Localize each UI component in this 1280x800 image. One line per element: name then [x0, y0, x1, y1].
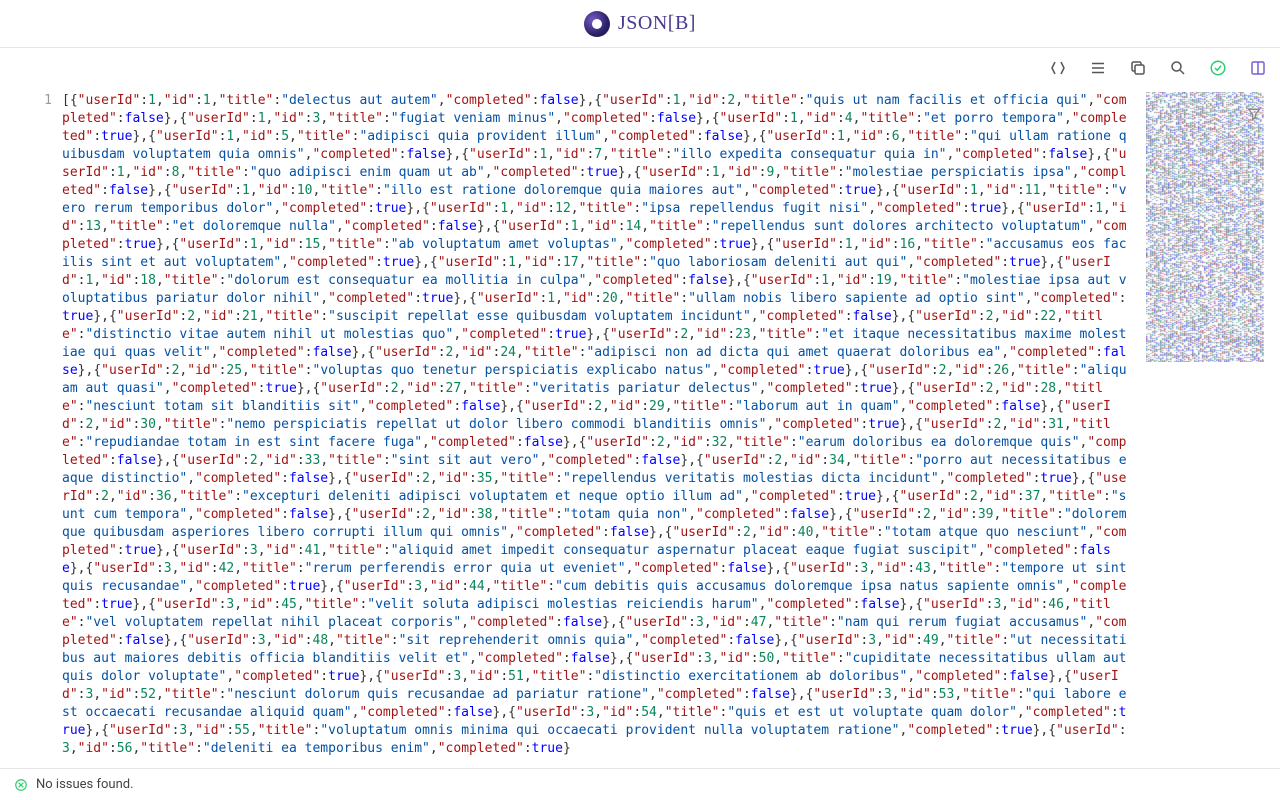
status-text: No issues found.: [36, 777, 134, 792]
filter-icon[interactable]: [1246, 106, 1262, 126]
brand-name: JSON[B]: [618, 12, 696, 35]
json-code[interactable]: [{"userId":1,"id":1,"title":"delectus au…: [60, 88, 1140, 768]
search-icon[interactable]: [1168, 58, 1188, 78]
status-bar: No issues found.: [0, 768, 1280, 800]
minimap-canvas: [1146, 92, 1264, 362]
minimap-column: [1140, 88, 1280, 768]
list-icon[interactable]: [1088, 58, 1108, 78]
toolbar: [0, 48, 1280, 88]
minimap[interactable]: [1146, 92, 1264, 362]
format-icon[interactable]: [1048, 58, 1068, 78]
line-gutter: 1: [0, 88, 60, 768]
copy-icon[interactable]: [1128, 58, 1148, 78]
editor-area: 1 [{"userId":1,"id":1,"title":"delectus …: [0, 88, 1140, 768]
line-number: 1: [8, 92, 52, 110]
main-area: 1 [{"userId":1,"id":1,"title":"delectus …: [0, 88, 1280, 768]
status-ok-icon: [14, 778, 28, 792]
validate-icon[interactable]: [1208, 58, 1228, 78]
brand-logo[interactable]: JSON[B]: [584, 11, 696, 37]
header: JSON[B]: [0, 0, 1280, 48]
logo-icon: [584, 11, 610, 37]
split-view-icon[interactable]: [1248, 58, 1268, 78]
